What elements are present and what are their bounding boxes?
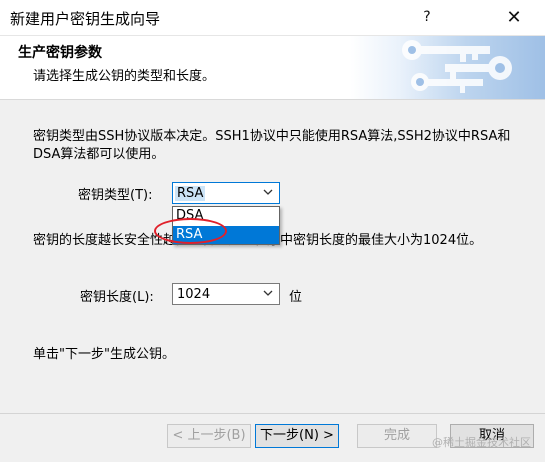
key-length-description: 密钥的长度越长安全性越高。普通应用程序中密钥长度的最佳大小为1024位。	[33, 232, 533, 250]
window-title: 新建用户密钥生成向导	[10, 10, 161, 28]
key-type-value: RSA	[175, 186, 206, 201]
help-icon[interactable]: ?	[404, 0, 450, 35]
next-button[interactable]: 下一步(N) >	[255, 424, 339, 448]
finish-button[interactable]: 完成	[357, 424, 437, 448]
page-title: 生产密钥参数	[18, 45, 102, 61]
key-length-value: 1024	[177, 287, 211, 302]
chevron-down-icon	[263, 286, 273, 303]
wizard-header: 生产密钥参数 请选择生成公钥的类型和长度。	[0, 36, 545, 100]
annotation-circle	[154, 218, 227, 244]
key-type-select[interactable]: RSA	[172, 182, 280, 204]
key-type-description: 密钥类型由SSH协议版本决定。SSH1协议中只能使用RSA算法,SSH2协议中R…	[33, 129, 511, 162]
chevron-down-icon	[263, 185, 273, 202]
wizard-footer: < 上一步(B) 下一步(N) > 完成 取消 @稀土掘金技术社区	[0, 413, 545, 462]
close-icon[interactable]: ✕	[491, 0, 537, 35]
key-length-label: 密钥长度(L):	[80, 290, 154, 305]
keys-icon	[350, 36, 545, 99]
key-length-unit: 位	[289, 290, 303, 305]
wizard-content: 密钥类型由SSH协议版本决定。SSH1协议中只能使用RSA算法,SSH2协议中R…	[0, 100, 545, 413]
watermark: @稀土掘金技术社区	[432, 436, 531, 449]
key-length-select[interactable]: 1024	[172, 283, 280, 305]
back-button[interactable]: < 上一步(B)	[167, 424, 251, 448]
key-type-label: 密钥类型(T):	[78, 188, 153, 203]
instruction-text: 单击"下一步"生成公钥。	[33, 347, 175, 362]
title-bar: 新建用户密钥生成向导 ? ✕	[0, 0, 545, 36]
page-subtitle: 请选择生成公钥的类型和长度。	[33, 69, 216, 84]
